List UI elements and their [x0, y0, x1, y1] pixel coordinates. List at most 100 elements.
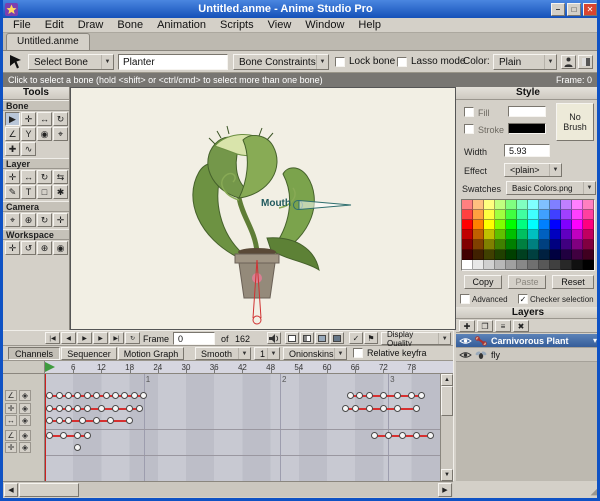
layer-row[interactable]: fly	[456, 348, 597, 362]
keyframe-dot[interactable]	[121, 392, 129, 399]
keyframe-dot[interactable]	[412, 405, 420, 412]
palette-swatch[interactable]	[495, 240, 506, 250]
check-toggle-icon[interactable]: ✓	[349, 332, 363, 344]
channel-icon[interactable]: ◈	[19, 430, 31, 441]
keyframe-dot[interactable]	[74, 432, 82, 439]
layer-menu-arrow-icon[interactable]: ▾	[593, 336, 597, 345]
palette-swatch[interactable]	[539, 200, 550, 210]
keyframe-dot[interactable]	[46, 405, 54, 412]
keyframe-dot[interactable]	[398, 432, 406, 439]
palette-swatch[interactable]	[583, 230, 594, 240]
close-button[interactable]: ✕	[583, 2, 597, 16]
keyframe-dot[interactable]	[394, 392, 401, 399]
bone-dynamics-tool[interactable]: ∿	[21, 142, 36, 156]
keyframe-dot[interactable]	[126, 405, 134, 412]
no-brush-button[interactable]: No Brush	[556, 103, 594, 141]
copy-style-button[interactable]: Copy	[464, 275, 502, 289]
particles-tool[interactable]: ✱	[53, 185, 68, 199]
palette-swatch[interactable]	[550, 240, 561, 250]
palette-swatch[interactable]	[572, 230, 583, 240]
rotate-layer-tool[interactable]: ↻	[37, 170, 52, 184]
palette-swatch[interactable]	[462, 230, 473, 240]
palette-swatch[interactable]	[550, 250, 561, 260]
palette-swatch[interactable]	[517, 260, 528, 270]
keyframe-dot[interactable]	[74, 405, 82, 412]
palette-swatch[interactable]	[528, 230, 539, 240]
palette-swatch[interactable]	[473, 210, 484, 220]
offset-bone-tool[interactable]: ⌖	[53, 127, 68, 141]
scroll-up-icon[interactable]: ▲	[441, 374, 453, 386]
palette-swatch[interactable]	[484, 220, 495, 230]
palette-swatch[interactable]	[528, 200, 539, 210]
keyframe-dot[interactable]	[55, 392, 63, 399]
palette-swatch[interactable]	[517, 210, 528, 220]
palette-swatch[interactable]	[517, 230, 528, 240]
view-textured-button[interactable]	[330, 332, 344, 344]
menu-item-help[interactable]: Help	[351, 19, 388, 31]
palette-swatch[interactable]	[561, 260, 572, 270]
track-camera-tool[interactable]: ⌖	[5, 213, 20, 227]
keyframe-dot[interactable]	[55, 405, 63, 412]
palette-swatch[interactable]	[561, 240, 572, 250]
reparent-bone-tool[interactable]: Y	[21, 127, 36, 141]
visibility-eye-icon[interactable]	[459, 336, 472, 346]
playhead-line[interactable]	[45, 374, 46, 481]
select-bone-dropdown[interactable]: Select Bone ▼	[28, 54, 114, 70]
palette-swatch[interactable]	[462, 240, 473, 250]
view-flat-button[interactable]	[300, 332, 314, 344]
keyframe-dot[interactable]	[356, 392, 364, 399]
menu-item-bone[interactable]: Bone	[110, 19, 150, 31]
fill-color-swatch[interactable]	[508, 106, 546, 117]
palette-swatch[interactable]	[473, 230, 484, 240]
flip-layer-tool[interactable]: ⇆	[53, 170, 68, 184]
palette-swatch[interactable]	[506, 220, 517, 230]
palette-swatch[interactable]	[583, 220, 594, 230]
palette-swatch[interactable]	[550, 260, 561, 270]
vertical-scroll-thumb[interactable]	[441, 386, 453, 416]
palette-swatch[interactable]	[572, 220, 583, 230]
palette-swatch[interactable]	[495, 220, 506, 230]
palette-swatch[interactable]	[583, 250, 594, 260]
pan-tilt-camera-tool[interactable]: ✛	[53, 213, 68, 227]
palette-swatch[interactable]	[473, 200, 484, 210]
canvas[interactable]: Mouth	[70, 87, 456, 330]
palette-swatch[interactable]	[506, 230, 517, 240]
keyframe-dot[interactable]	[55, 417, 63, 424]
rotate-workspace-tool[interactable]: ↺	[21, 241, 36, 255]
palette-swatch[interactable]	[473, 220, 484, 230]
channel-icon[interactable]: ✛	[5, 403, 17, 414]
keyframe-dot[interactable]	[83, 432, 91, 439]
channel-icon[interactable]: ◈	[19, 403, 31, 414]
palette-swatch[interactable]	[572, 260, 583, 270]
palette-swatch[interactable]	[528, 260, 539, 270]
advanced-checkbox[interactable]	[460, 294, 470, 304]
keyframe-dot[interactable]	[46, 432, 54, 439]
keyframe-dot[interactable]	[83, 392, 91, 399]
palette-swatch[interactable]	[550, 200, 561, 210]
palette-swatch[interactable]	[539, 260, 550, 270]
effect-dropdown[interactable]: <plain> ▼	[504, 163, 562, 177]
keyframe-dot[interactable]	[65, 405, 72, 412]
layer-row[interactable]: Carnivorous Plant ▾	[456, 334, 597, 348]
palette-swatch[interactable]	[528, 220, 539, 230]
timeline-vertical-scrollbar[interactable]: ▲ ▼	[440, 374, 453, 481]
palette-swatch[interactable]	[506, 250, 517, 260]
checker-selection-checkbox[interactable]: ✓	[518, 294, 528, 304]
scroll-right-icon[interactable]: ▶	[438, 483, 452, 497]
channel-icon[interactable]: ◈	[19, 415, 31, 426]
step-forward-button[interactable]: ▶	[93, 332, 108, 344]
palette-swatch[interactable]	[539, 210, 550, 220]
frame-input[interactable]	[173, 332, 215, 345]
palette-swatch[interactable]	[462, 250, 473, 260]
relative-keyframes-checkbox[interactable]	[353, 348, 363, 358]
keyframe-dot[interactable]	[347, 392, 354, 399]
keyframe-dot[interactable]	[79, 417, 87, 424]
palette-swatch[interactable]	[583, 260, 594, 270]
palette-swatch[interactable]	[484, 230, 495, 240]
new-group-button[interactable]: ❐	[477, 320, 493, 332]
swatches-dropdown[interactable]: Basic Colors.png ▼	[506, 181, 596, 195]
new-layer-button[interactable]: ✚	[459, 320, 475, 332]
pan-workspace-tool[interactable]: ✛	[5, 241, 20, 255]
palette-swatch[interactable]	[572, 240, 583, 250]
scale-bone-tool[interactable]: ↔	[37, 112, 52, 126]
